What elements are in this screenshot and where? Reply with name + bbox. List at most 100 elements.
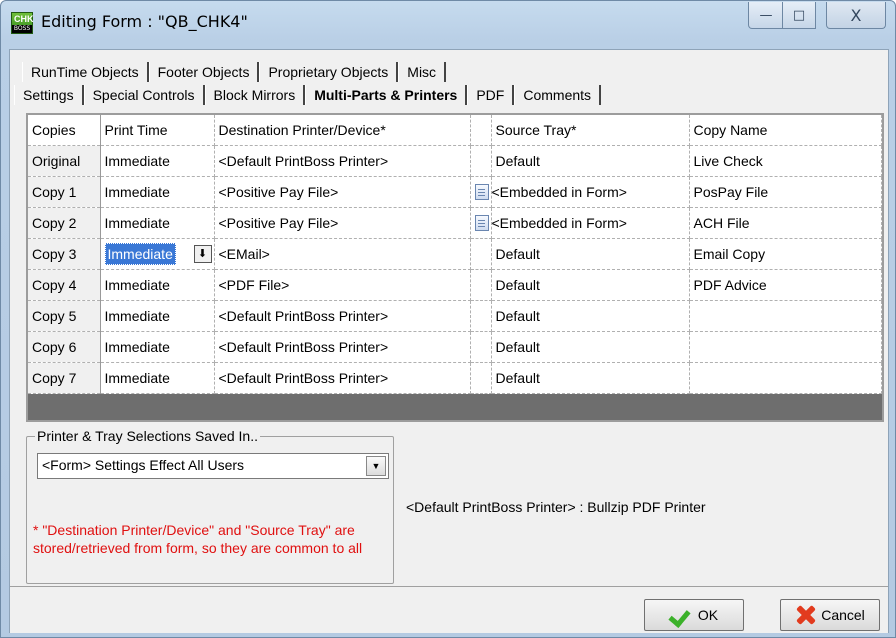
- cell-copy[interactable]: Copy 7: [28, 362, 101, 394]
- tab-footer-objects[interactable]: Footer Objects: [148, 62, 260, 82]
- cell-print-time[interactable]: Immediate: [100, 269, 215, 301]
- cell-print-time[interactable]: Immediate: [100, 176, 215, 208]
- cell-destination[interactable]: <Positive Pay File>: [214, 176, 471, 208]
- cell-source-tray[interactable]: Default: [491, 145, 690, 177]
- cell-destination[interactable]: <Default PrintBoss Printer>: [214, 331, 471, 363]
- cell-copy[interactable]: Copy 6: [28, 331, 101, 363]
- maximize-button[interactable]: □: [782, 2, 816, 29]
- cell-destination[interactable]: <Default PrintBoss Printer>: [214, 145, 471, 177]
- cancel-label: Cancel: [821, 607, 865, 623]
- cell-icon[interactable]: [470, 176, 492, 208]
- table-row[interactable]: Copy 6 Immediate <Default PrintBoss Printe…: [28, 331, 882, 363]
- editing-form-window: CHK BOSS Editing Form : "QB_CHK4" — □ X …: [0, 0, 896, 638]
- table-row[interactable]: Copy 2 Immediate <Positive Pay File> <Embed…: [28, 207, 882, 239]
- tab-special-controls[interactable]: Special Controls: [83, 85, 205, 105]
- saved-in-combo[interactable]: <Form> Settings Effect All Users ▼: [37, 453, 389, 479]
- cell-copy[interactable]: Copy 4: [28, 269, 101, 301]
- minimize-button[interactable]: —: [748, 2, 784, 29]
- cell-icon[interactable]: [470, 331, 492, 363]
- cell-source-tray[interactable]: Default: [491, 362, 690, 394]
- tab-settings[interactable]: Settings: [14, 85, 84, 105]
- source-tray-value: Default: [495, 308, 540, 324]
- tab-label: PDF: [476, 87, 505, 103]
- print-time-selected-value[interactable]: Immediate: [104, 243, 176, 265]
- cell-destination[interactable]: <Default PrintBoss Printer>: [214, 362, 471, 394]
- cell-print-time[interactable]: Immediate: [100, 362, 215, 394]
- tab-label: Multi-Parts & Printers: [314, 87, 458, 103]
- cell-source-tray[interactable]: <Embedded in Form>: [491, 176, 690, 208]
- cell-source-tray[interactable]: Default: [491, 269, 690, 301]
- cell-copy-name[interactable]: [689, 331, 882, 363]
- cell-print-time[interactable]: Immediate: [100, 331, 215, 363]
- button-bar: OK Cancel: [10, 586, 888, 633]
- cell-source-tray[interactable]: Default: [491, 238, 690, 270]
- cell-print-time[interactable]: Immediate: [100, 145, 215, 177]
- ok-button[interactable]: OK: [644, 599, 744, 631]
- tab-block-mirrors[interactable]: Block Mirrors: [204, 85, 306, 105]
- tab-row-1: RunTime Objects Footer Objects Proprieta…: [22, 60, 447, 82]
- cell-destination[interactable]: <Positive Pay File>: [214, 207, 471, 239]
- saved-in-combo-value: <Form> Settings Effect All Users: [42, 457, 245, 473]
- cell-copy[interactable]: Copy 5: [28, 300, 101, 332]
- app-icon-label: CHK: [14, 14, 34, 24]
- column-header-copy-name: Copy Name: [689, 115, 882, 146]
- cell-copy[interactable]: Copy 3: [28, 238, 101, 270]
- groupbox-legend: Printer & Tray Selections Saved In..: [35, 428, 260, 444]
- cell-icon[interactable]: [470, 269, 492, 301]
- close-icon: X: [850, 5, 862, 25]
- cell-copy-name[interactable]: PosPay File: [689, 176, 882, 208]
- multi-parts-grid[interactable]: Copies Print Time Destination Printer/De…: [26, 113, 884, 422]
- cell-copy-name[interactable]: PDF Advice: [689, 269, 882, 301]
- cell-print-time[interactable]: Immediate ⬇: [100, 238, 215, 270]
- cell-icon[interactable]: [470, 145, 492, 177]
- tab-proprietary-objects[interactable]: Proprietary Objects: [259, 62, 399, 82]
- tab-label: Footer Objects: [157, 64, 250, 80]
- dropdown-arrow-icon[interactable]: ⬇: [193, 245, 212, 263]
- cell-icon[interactable]: [470, 238, 492, 270]
- cell-icon[interactable]: [470, 362, 492, 394]
- printboss-app-icon: CHK BOSS: [11, 12, 34, 34]
- column-header-source-tray: Source Tray*: [491, 115, 690, 146]
- cell-destination[interactable]: <EMail>: [214, 238, 471, 270]
- cell-destination[interactable]: <PDF File>: [214, 269, 471, 301]
- table-row[interactable]: Original Immediate <Default PrintBoss Prin…: [28, 145, 882, 177]
- cell-destination[interactable]: <Default PrintBoss Printer>: [214, 300, 471, 332]
- cell-copy-name[interactable]: Email Copy: [689, 238, 882, 270]
- cell-copy-name[interactable]: ACH File: [689, 207, 882, 239]
- tab-label: RunTime Objects: [31, 64, 139, 80]
- tab-label: Special Controls: [92, 87, 195, 103]
- default-printer-info: <Default PrintBoss Printer> : Bullzip PD…: [406, 499, 706, 515]
- cell-source-tray[interactable]: Default: [491, 300, 690, 332]
- minimize-icon: —: [759, 7, 773, 23]
- cell-print-time[interactable]: Immediate: [100, 207, 215, 239]
- tab-comments[interactable]: Comments: [514, 85, 602, 105]
- cell-icon[interactable]: [470, 300, 492, 332]
- tab-pdf[interactable]: PDF: [467, 85, 515, 105]
- cell-copy-name[interactable]: Live Check: [689, 145, 882, 177]
- cell-copy-name[interactable]: [689, 300, 882, 332]
- table-row[interactable]: Copy 4 Immediate <PDF File> Default PDF Advi…: [28, 269, 882, 301]
- cell-source-tray[interactable]: Default: [491, 331, 690, 363]
- table-row[interactable]: Copy 7 Immediate <Default PrintBoss Printe…: [28, 362, 882, 394]
- cell-source-tray[interactable]: <Embedded in Form>: [491, 207, 690, 239]
- cell-icon[interactable]: [470, 207, 492, 239]
- window-title: Editing Form : "QB_CHK4": [41, 12, 248, 31]
- table-row[interactable]: Copy 5 Immediate <Default PrintBoss Printe…: [28, 300, 882, 332]
- table-row[interactable]: Copy 3 Immediate ⬇ <EMail> Default Email Copy: [28, 238, 882, 270]
- tab-label: Misc: [407, 64, 437, 80]
- column-header-icon: [470, 115, 492, 146]
- tab-misc[interactable]: Misc: [398, 62, 447, 82]
- chevron-down-icon[interactable]: ▼: [366, 456, 386, 476]
- cell-copy[interactable]: Copy 2: [28, 207, 101, 239]
- cell-copy-name[interactable]: [689, 362, 882, 394]
- tab-runtime-objects[interactable]: RunTime Objects: [22, 62, 149, 82]
- table-row[interactable]: Copy 1 Immediate <Positive Pay File> <Embed…: [28, 176, 882, 208]
- cell-copy[interactable]: Copy 1: [28, 176, 101, 208]
- tab-multi-parts-printers[interactable]: Multi-Parts & Printers: [305, 85, 468, 105]
- column-header-copies: Copies: [28, 115, 101, 146]
- cell-copy[interactable]: Original: [28, 145, 101, 177]
- cancel-button[interactable]: Cancel: [780, 599, 880, 631]
- close-button[interactable]: X: [826, 2, 886, 29]
- cell-print-time[interactable]: Immediate: [100, 300, 215, 332]
- copies-table: Copies Print Time Destination Printer/De…: [28, 115, 882, 394]
